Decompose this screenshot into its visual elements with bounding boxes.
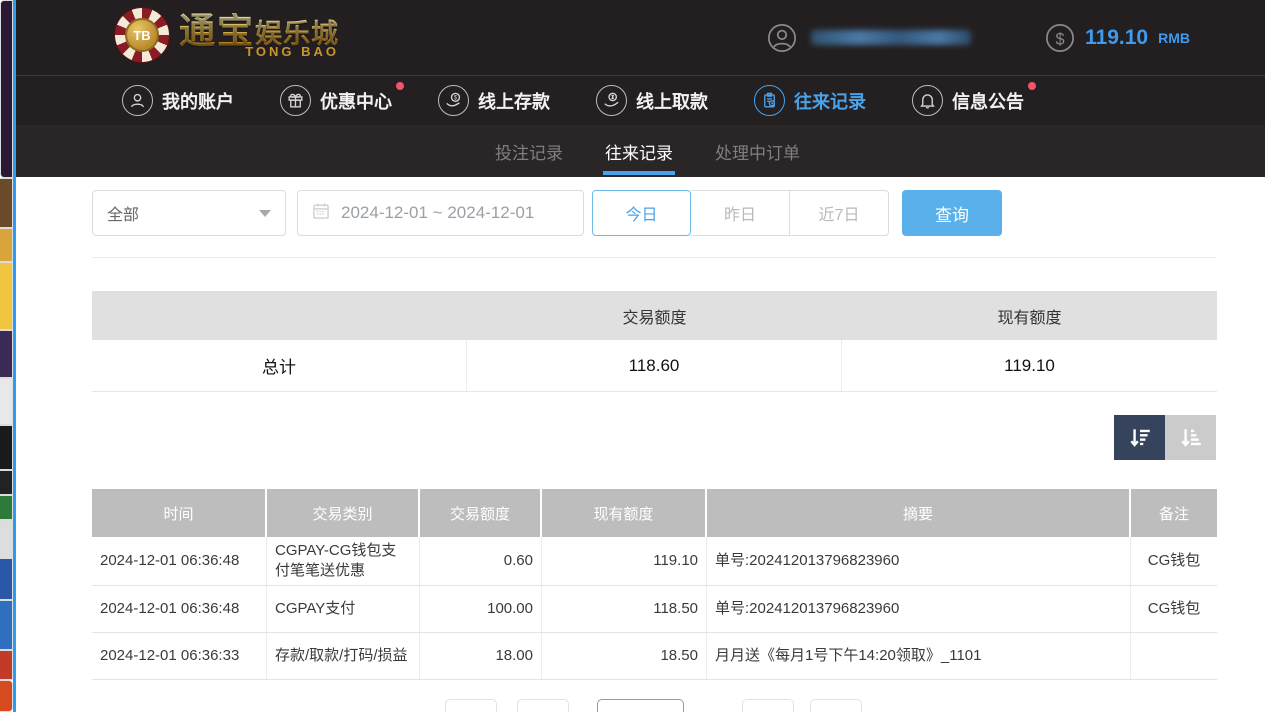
cell-time: 2024-12-01 06:36:48 bbox=[92, 586, 267, 632]
notification-dot bbox=[396, 82, 404, 90]
sort-buttons bbox=[1114, 415, 1216, 460]
tab-processing-orders[interactable]: 处理中订单 bbox=[713, 125, 802, 177]
page: TB 通宝娱乐城 TONG BAO bbox=[0, 0, 1265, 712]
type-select-value: 全部 bbox=[107, 201, 139, 225]
cell-trade-amount: 0.60 bbox=[420, 537, 542, 585]
cell-balance: 119.10 bbox=[542, 537, 707, 585]
col-header-type: 交易类别 bbox=[267, 489, 420, 537]
banner-border-line bbox=[13, 0, 16, 712]
date-range-input[interactable]: 2024-12-01 ~ 2024-12-01 bbox=[297, 190, 584, 236]
balance-currency: RMB bbox=[1158, 30, 1190, 46]
user-avatar-icon bbox=[767, 23, 797, 53]
summary-balance-total: 119.10 bbox=[842, 340, 1217, 391]
app-window: TB 通宝娱乐城 TONG BAO bbox=[16, 0, 1265, 712]
cell-balance: 118.50 bbox=[542, 586, 707, 632]
nav-item-promotions[interactable]: 优惠中心 bbox=[280, 85, 392, 116]
summary-total-label: 总计 bbox=[92, 340, 467, 391]
section-divider bbox=[92, 257, 1217, 258]
quick-range-yesterday-button[interactable]: 昨日 bbox=[691, 190, 790, 236]
summary-total-row: 总计 118.60 119.10 bbox=[92, 340, 1217, 392]
gift-icon bbox=[280, 85, 311, 116]
cell-balance: 18.50 bbox=[542, 633, 707, 679]
summary-header-empty bbox=[92, 291, 467, 340]
cell-note: CG钱包 bbox=[1131, 537, 1217, 585]
pagination-prev-button[interactable] bbox=[517, 699, 569, 712]
tab-transaction-records[interactable]: 往来记录 bbox=[603, 125, 675, 177]
col-header-trade-amount: 交易额度 bbox=[420, 489, 542, 537]
pagination-bar bbox=[16, 699, 1265, 712]
quick-range-7days-button[interactable]: 近7日 bbox=[790, 190, 889, 236]
date-range-value: 2024-12-01 ~ 2024-12-01 bbox=[341, 203, 534, 223]
poker-chip-icon: TB bbox=[115, 8, 169, 62]
col-header-time: 时间 bbox=[92, 489, 267, 537]
nav-item-online-deposit[interactable]: $ 线上存款 bbox=[438, 85, 550, 116]
nav-item-online-withdraw[interactable]: 线上取款 bbox=[596, 85, 708, 116]
balance-group[interactable]: $ 119.10 RMB bbox=[1045, 23, 1190, 53]
user-circle-icon bbox=[122, 85, 153, 116]
sort-ascending-button[interactable] bbox=[1165, 415, 1216, 460]
col-header-balance: 现有额度 bbox=[542, 489, 707, 537]
cell-type: 存款/取款/打码/损益 bbox=[267, 633, 420, 679]
nav-item-my-account[interactable]: 我的账户 bbox=[122, 85, 234, 116]
dollar-coin-icon: $ bbox=[1045, 23, 1075, 53]
cell-summary: 单号:202412013796823960 bbox=[707, 586, 1131, 632]
site-logo[interactable]: TB 通宝娱乐城 TONG BAO bbox=[115, 8, 339, 62]
clipboard-clock-icon bbox=[754, 85, 785, 116]
cell-summary: 单号:202412013796823960 bbox=[707, 537, 1131, 585]
pagination-next-button[interactable] bbox=[742, 699, 794, 712]
sort-descending-button[interactable] bbox=[1114, 415, 1165, 460]
col-header-summary: 摘要 bbox=[707, 489, 1131, 537]
content-area: 全部 2024-12-01 ~ 2024-12-01 bbox=[16, 177, 1265, 712]
cell-note bbox=[1131, 633, 1217, 679]
cell-type: CGPAY-CG钱包支付笔笔送优惠 bbox=[267, 537, 420, 585]
masked-username[interactable] bbox=[811, 30, 971, 45]
deposit-hand-coin-icon: $ bbox=[438, 85, 469, 116]
quick-range-today-button[interactable]: 今日 bbox=[592, 190, 691, 236]
calendar-icon bbox=[311, 201, 331, 226]
summary-trade-total: 118.60 bbox=[467, 340, 842, 391]
withdraw-hand-coin-icon bbox=[596, 85, 627, 116]
summary-header-trade: 交易额度 bbox=[467, 291, 842, 340]
type-select[interactable]: 全部 bbox=[92, 190, 286, 236]
balance-amount: 119.10 bbox=[1085, 26, 1148, 50]
filter-bar: 全部 2024-12-01 ~ 2024-12-01 bbox=[16, 190, 1265, 236]
records-table: 时间 交易类别 交易额度 现有额度 摘要 备注 2024-12-01 06:36… bbox=[92, 489, 1217, 680]
cell-trade-amount: 18.00 bbox=[420, 633, 542, 679]
table-row: 2024-12-01 06:36:33 存款/取款/打码/损益 18.00 18… bbox=[92, 633, 1217, 680]
cell-trade-amount: 100.00 bbox=[420, 586, 542, 632]
bell-icon bbox=[912, 85, 943, 116]
quick-range-group: 今日 昨日 近7日 bbox=[592, 190, 889, 236]
table-row: 2024-12-01 06:36:48 CGPAY-CG钱包支付笔笔送优惠 0.… bbox=[92, 537, 1217, 586]
pagination-page-select[interactable] bbox=[597, 699, 684, 712]
nav-item-announcements[interactable]: 信息公告 bbox=[912, 85, 1024, 116]
chevron-down-icon bbox=[259, 210, 271, 217]
pagination-last-button[interactable] bbox=[810, 699, 862, 712]
record-tabs-bar: 投注记录 往来记录 处理中订单 bbox=[16, 125, 1265, 177]
tab-betting-records[interactable]: 投注记录 bbox=[493, 125, 565, 177]
main-navigation: 我的账户 优惠中心 $ bbox=[16, 75, 1265, 125]
cell-summary: 月月送《每月1号下午14:20领取》_1101 bbox=[707, 633, 1131, 679]
query-button[interactable]: 查询 bbox=[902, 190, 1002, 236]
summary-header-row: 交易额度 现有额度 bbox=[92, 291, 1217, 340]
nav-item-transaction-records[interactable]: 往来记录 bbox=[754, 85, 866, 116]
summary-header-balance: 现有额度 bbox=[842, 291, 1217, 340]
summary-table: 交易额度 现有额度 总计 118.60 119.10 bbox=[92, 291, 1217, 392]
table-row: 2024-12-01 06:36:48 CGPAY支付 100.00 118.5… bbox=[92, 586, 1217, 633]
logo-text: 通宝娱乐城 TONG BAO bbox=[179, 13, 339, 58]
records-header-row: 时间 交易类别 交易额度 现有额度 摘要 备注 bbox=[92, 489, 1217, 537]
cell-note: CG钱包 bbox=[1131, 586, 1217, 632]
top-header-bar: TB 通宝娱乐城 TONG BAO bbox=[16, 0, 1265, 75]
pagination-first-button[interactable] bbox=[445, 699, 497, 712]
user-info-area: $ 119.10 RMB bbox=[767, 0, 1190, 75]
col-header-note: 备注 bbox=[1131, 489, 1217, 537]
cell-time: 2024-12-01 06:36:33 bbox=[92, 633, 267, 679]
svg-text:$: $ bbox=[1056, 30, 1065, 48]
background-banner-strip bbox=[0, 0, 13, 712]
cell-type: CGPAY支付 bbox=[267, 586, 420, 632]
notification-dot bbox=[1028, 82, 1036, 90]
cell-time: 2024-12-01 06:36:48 bbox=[92, 537, 267, 585]
